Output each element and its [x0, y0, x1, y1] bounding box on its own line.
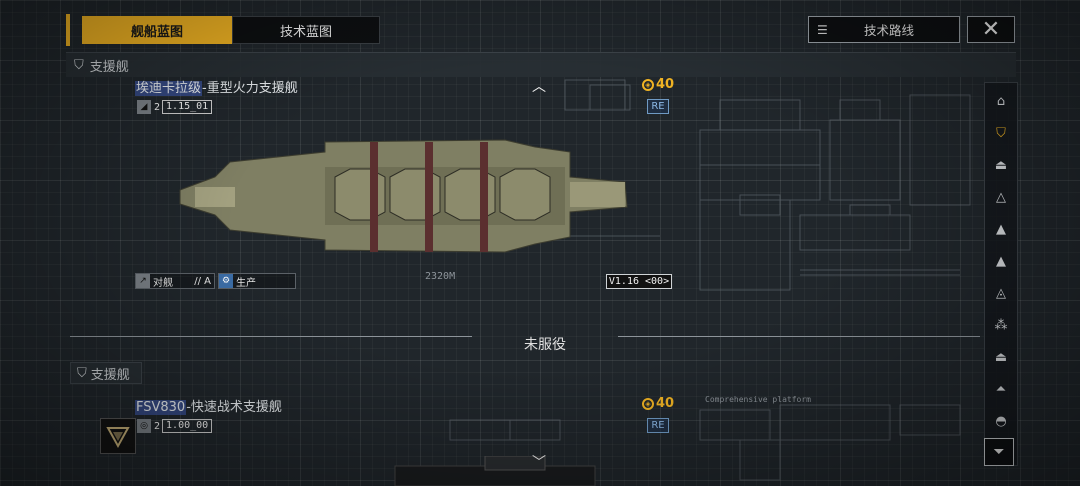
ship-role-name: -重型火力支援舰 — [202, 81, 298, 96]
carrier-icon[interactable]: ⏏ — [985, 153, 1017, 177]
attack-icon: ↗ — [136, 274, 150, 288]
tech-route-label: 技术路线 — [863, 23, 914, 38]
production-box: ⚙ 生产 — [218, 273, 296, 289]
chevron-up-icon[interactable]: ︿ — [532, 76, 546, 96]
faction-emblem — [100, 418, 136, 454]
divider-line-right — [618, 336, 980, 337]
close-button[interactable]: ✕ — [967, 16, 1015, 43]
list-icon: ☰ — [817, 22, 828, 37]
role-box: ↗ 对舰 // A — [135, 273, 215, 289]
aircraft-icon[interactable]: ⁂ — [985, 313, 1017, 337]
close-icon: ✕ — [981, 17, 1001, 42]
tier-icon: ◢ — [137, 100, 151, 114]
ship-class-name: FSV830 — [135, 400, 187, 415]
section-title: 支援舰 — [89, 59, 129, 75]
ship-type-sidebar: ⌂ ⛉ ⏏ △ ▲ ▲ ◬ ⁂ ⏏ ⏶ ◓ — [984, 82, 1018, 466]
re-badge: RE — [647, 99, 669, 114]
platform-icon[interactable]: ⏶ — [985, 377, 1017, 401]
destroyer-icon[interactable]: ▲ — [985, 217, 1017, 241]
version-label: V1.16 <00> — [606, 274, 672, 289]
hangar-icon[interactable]: ⌂ — [985, 89, 1017, 113]
support-ship-icon: ⛉ — [74, 57, 84, 73]
cruiser-icon[interactable]: ▲ — [985, 249, 1017, 273]
tier-number: 2 — [154, 420, 161, 432]
tech-route-button[interactable]: ☰ 技术路线 — [808, 16, 960, 43]
role-label: 对舰 — [153, 277, 173, 289]
ship-tag-row-1: ◢ 2 1.15_01 — [137, 100, 213, 114]
production-label: 生产 — [236, 277, 256, 289]
ship-cost-2: ◈ 40 — [642, 396, 674, 411]
ship-cost-1: ◈ 40 — [642, 77, 674, 92]
ship-image-2[interactable] — [355, 456, 615, 486]
coin-icon: ◈ — [642, 397, 654, 410]
ship-code: 1.00_00 — [162, 419, 213, 433]
filter-icon: ⏷ — [993, 444, 1005, 460]
support-ship-icon: ⛉ — [77, 365, 87, 381]
support-ship-icon[interactable]: ⛉ — [985, 121, 1017, 145]
not-in-service-label: 未服役 — [524, 337, 566, 353]
ship-image-1[interactable] — [175, 132, 635, 262]
frigate-icon[interactable]: △ — [985, 185, 1017, 209]
battlecruiser-icon[interactable]: ◬ — [985, 281, 1017, 305]
tier-number: 2 — [154, 101, 161, 113]
length-label: 2320M — [425, 271, 456, 282]
ship-class-name: 埃迪卡拉级 — [135, 81, 203, 96]
section-header-support: ⛉ 支援舰 — [66, 52, 1016, 77]
tab-tech-blueprint[interactable]: 技术蓝图 — [232, 16, 380, 44]
section-title-2: 支援舰 — [90, 367, 130, 383]
filter-button[interactable]: ⏷ — [984, 438, 1014, 466]
role-code: // A — [194, 275, 211, 287]
cost-value: 40 — [656, 396, 675, 411]
ship-name-1[interactable]: 埃迪卡拉级-重型火力支援舰 — [135, 77, 298, 96]
ship-name-2[interactable]: FSV830-快速战术支援舰 — [135, 396, 282, 415]
base-icon[interactable]: ⏏ — [985, 345, 1017, 369]
section-header-support-2: ⛉ 支援舰 — [70, 362, 142, 384]
ship-role-name: -快速战术支援舰 — [186, 400, 282, 415]
tab-ship-blueprint[interactable]: 舰船蓝图 — [82, 16, 232, 44]
production-icon: ⚙ — [219, 274, 233, 288]
globe-icon: ◎ — [137, 419, 151, 433]
ship-tag-row-2: ◎ 2 1.00_00 — [137, 419, 213, 433]
cost-value: 40 — [656, 77, 675, 92]
chevron-down-icon[interactable]: ﹀ — [532, 452, 546, 472]
ship-code: 1.15_01 — [162, 100, 213, 114]
divider-line-left — [70, 336, 472, 337]
re-badge: RE — [647, 418, 669, 433]
blueprint-caption: Comprehensive platform — [705, 395, 811, 404]
coin-icon: ◈ — [642, 78, 654, 91]
faction-icon — [106, 427, 130, 449]
corvette-icon[interactable]: ◓ — [985, 409, 1017, 433]
